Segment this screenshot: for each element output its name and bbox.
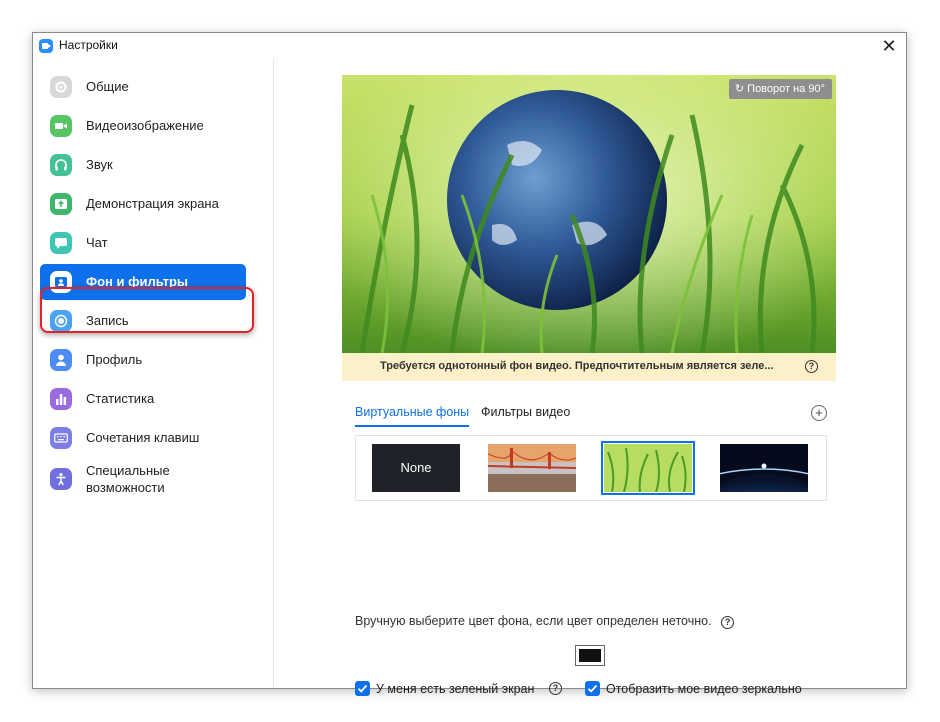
sidebar-item-statistics[interactable]: Статистика — [40, 381, 246, 417]
virtual-background-gallery: None — [355, 435, 827, 501]
sidebar-item-label: Звук — [86, 157, 113, 172]
statistics-icon — [50, 388, 72, 410]
close-button[interactable]: ✕ — [878, 35, 900, 57]
add-background-button[interactable]: + — [811, 405, 827, 421]
accessibility-icon — [50, 468, 72, 490]
sidebar-item-profile[interactable]: Профиль — [40, 342, 246, 378]
mirror-video-checkbox[interactable] — [585, 681, 600, 696]
profile-icon — [50, 349, 72, 371]
rotate-90-button[interactable]: ↻ Поворот на 90° — [728, 79, 832, 99]
tab-virtual-backgrounds[interactable]: Виртуальные фоны — [355, 405, 469, 419]
solid-background-warning: Требуется однотонный фон видео. Предпочт… — [342, 353, 836, 381]
background-color-swatch[interactable] — [575, 645, 605, 666]
settings-window: Настройки ✕ Общие Видеоизображение Звук — [32, 32, 907, 696]
sidebar-item-label: Сочетания клавиш — [86, 430, 200, 445]
help-icon[interactable]: ? — [805, 360, 818, 373]
sidebar-item-chat[interactable]: Чат — [40, 225, 246, 261]
green-screen-label: У меня есть зеленый экран — [376, 682, 535, 696]
sidebar-item-label: Демонстрация экрана — [86, 196, 219, 211]
window-title: Настройки — [59, 38, 118, 52]
video-camera-icon — [50, 115, 72, 137]
keyboard-icon — [50, 427, 72, 449]
tab-video-filters[interactable]: Фильтры видео — [481, 405, 570, 419]
sidebar-item-accessibility[interactable]: Специальные возможности — [40, 459, 246, 505]
help-icon[interactable]: ? — [549, 682, 562, 695]
sidebar-item-general[interactable]: Общие — [40, 69, 246, 105]
help-icon[interactable]: ? — [721, 616, 735, 629]
background-filters-panel: ↻ Поворот на 90° Требуется однотонный фо… — [274, 59, 906, 696]
sidebar-item-label: Статистика — [86, 391, 155, 406]
sidebar-item-share-screen[interactable]: Демонстрация экрана — [40, 186, 246, 222]
highlight-frame — [40, 287, 254, 333]
background-thumb-earth-space[interactable] — [720, 444, 808, 492]
green-screen-checkbox[interactable] — [355, 681, 370, 696]
gear-icon — [50, 76, 72, 98]
mirror-video-label: Отобразить мое видео зеркально — [606, 682, 802, 696]
manual-color-text: Вручную выберите цвет фона, если цвет оп… — [355, 614, 712, 628]
sidebar-item-label: Видеоизображение — [86, 118, 204, 133]
warning-text: Требуется однотонный фон видео. Предпочт… — [380, 360, 774, 372]
sidebar-item-label: Общие — [86, 79, 129, 94]
swatch-color — [579, 649, 601, 662]
chat-bubble-icon — [50, 232, 72, 254]
zoom-app-icon — [39, 39, 53, 53]
sidebar-item-label: Чат — [86, 235, 108, 250]
sidebar-item-audio[interactable]: Звук — [40, 147, 246, 183]
background-thumb-none[interactable]: None — [372, 444, 460, 492]
settings-sidebar: Общие Видеоизображение Звук Демонстрация… — [33, 59, 274, 688]
background-thumb-grass[interactable] — [601, 441, 695, 495]
title-bar: Настройки ✕ — [33, 33, 906, 59]
sidebar-item-label: Специальные возможности — [86, 463, 170, 495]
active-tab-underline — [355, 425, 469, 427]
manual-color-row: Вручную выберите цвет фона, если цвет оп… — [355, 614, 735, 629]
headphones-icon — [50, 154, 72, 176]
sidebar-item-video[interactable]: Видеоизображение — [40, 108, 246, 144]
sidebar-item-keyboard-shortcuts[interactable]: Сочетания клавиш — [40, 420, 246, 456]
video-preview: ↻ Поворот на 90° — [342, 75, 836, 353]
background-thumb-golden-gate[interactable] — [488, 444, 576, 492]
rotate-90-label: Поворот на 90° — [747, 83, 825, 95]
grass-earth-preview-image — [342, 75, 836, 353]
sidebar-item-label: Профиль — [86, 352, 143, 367]
share-screen-icon — [50, 193, 72, 215]
